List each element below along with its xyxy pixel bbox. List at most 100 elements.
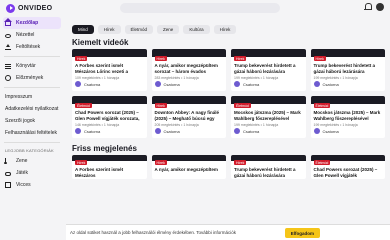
category-badge: Életmód (75, 103, 92, 108)
video-card[interactable]: Életmód Mocskos játszma (2025) – Mark Wa… (310, 96, 386, 138)
chip-lifestyle[interactable]: Életmód (124, 25, 154, 34)
channel-name: Csatorna (84, 81, 101, 87)
video-thumbnail[interactable]: Hírek (231, 155, 306, 165)
chip-news[interactable]: Hírek (97, 25, 121, 34)
category-badge: Életmód (313, 103, 331, 108)
channel[interactable]: Csatorna (231, 128, 306, 138)
video-thumbnail[interactable]: Hírek (310, 49, 385, 61)
category-badge: Hírek (234, 160, 247, 165)
channel[interactable]: Csatorna (72, 128, 147, 138)
channel-name: Csatorna (322, 128, 339, 134)
video-thumbnail[interactable]: Hírek (151, 49, 226, 61)
channel-avatar (75, 128, 81, 134)
bell-icon[interactable] (364, 3, 372, 11)
sidebar-link-terms[interactable]: Felhasználási feltételek (0, 127, 64, 139)
cookie-text: Az oldal sütiket használ a jobb felhaszn… (70, 230, 237, 235)
category-badge: Hírek (154, 56, 167, 61)
sidebar-link-imprint[interactable]: Impresszum (0, 91, 64, 103)
music-icon (4, 158, 11, 164)
category-badge: Hírek (234, 56, 247, 61)
channel-avatar (75, 81, 81, 87)
video-card[interactable]: Hírek A Forbes szerint ismét Mészáros Lő… (72, 49, 147, 91)
video-thumbnail[interactable]: Életmód (231, 96, 306, 108)
channel[interactable]: Csatorna (311, 128, 386, 138)
divider (4, 56, 60, 57)
logo[interactable]: ONVIDEO (6, 3, 53, 13)
category-heading: LEGJOBB KATEGÓRIÁK (5, 148, 54, 153)
channel-name: Csatorna (84, 128, 101, 134)
channel-name: Csatorna (243, 128, 260, 134)
category-badge: Hírek (75, 160, 88, 165)
section-title-featured: Kiemelt videók (72, 38, 129, 47)
sidebar-item-library[interactable]: Könyvtár (0, 60, 64, 72)
recent-row: Hírek A Forbes szerint ismét Mészáros Hí… (72, 155, 388, 179)
category-badge: Életmód (234, 103, 251, 108)
search-input[interactable] (120, 3, 280, 13)
featured-row-1: Hírek A Forbes szerint ismét Mészáros Lő… (72, 49, 388, 91)
video-thumbnail[interactable]: Hírek (72, 155, 147, 165)
video-card[interactable]: Életmód Mocskos játszma (2025) – Mark Wa… (231, 96, 306, 138)
sidebar-item-home[interactable]: Kezdőlap (3, 17, 61, 29)
divider (4, 142, 60, 143)
video-thumbnail[interactable]: Életmód (310, 96, 385, 108)
category-chips: Mind Hírek Életmód Zene Kultúra Hírek (72, 25, 388, 34)
top-bar: ONVIDEO (0, 0, 390, 16)
sidebar-item-uploads[interactable]: Feltöltések (0, 41, 64, 53)
video-card[interactable]: Hírek A Forbes szerint ismét Mészáros (72, 155, 147, 179)
chip-all[interactable]: Mind (72, 25, 94, 34)
channel[interactable]: Csatorna (72, 81, 147, 91)
channel[interactable]: Csatorna (152, 81, 227, 91)
sidebar-item-label: Előzmények (16, 75, 44, 81)
sidebar-item-history[interactable]: Előzmények (0, 72, 64, 84)
video-thumbnail[interactable]: Hírek (231, 49, 306, 61)
channel-name: Csatorna (243, 81, 260, 87)
sidebar-link-privacy[interactable]: Adatkezelési nyilatkozat (0, 103, 64, 115)
category-badge: Hírek (154, 160, 167, 165)
chip-news-2[interactable]: Hírek (213, 25, 237, 34)
sidebar-item-music[interactable]: Zene (0, 155, 64, 167)
channel-avatar (234, 81, 240, 87)
section-title-recent: Friss megjelenés (72, 144, 137, 153)
video-card[interactable]: Hírek A nyár, amikor megszépültem (151, 155, 226, 179)
category-badge: Életmód (313, 160, 331, 165)
channel-avatar (234, 128, 240, 134)
sidebar-item-label: Zene (16, 158, 28, 164)
video-thumbnail[interactable]: Életmód (310, 155, 385, 165)
app-name: ONVIDEO (18, 4, 53, 12)
sidebar-item-watched[interactable]: Nézettel (0, 29, 64, 41)
channel-avatar (313, 128, 320, 134)
channel-name: Csatorna (163, 128, 180, 134)
chip-music[interactable]: Zene (157, 25, 180, 34)
video-card[interactable]: Hírek A nyár, amikor megszépültem soroza… (151, 49, 227, 91)
channel-avatar (154, 128, 161, 134)
avatar[interactable] (376, 3, 384, 11)
video-card[interactable]: Hírek Trump bekeverést hirdetett a gázai… (310, 49, 386, 91)
video-card[interactable]: Hírek Trump bekeverést hirdetett a gázai… (231, 155, 306, 179)
video-thumbnail[interactable]: Életmód (72, 96, 147, 108)
category-badge: Hírek (154, 103, 167, 108)
video-thumbnail[interactable]: Hírek (151, 96, 226, 108)
sidebar-item-label: Játék (16, 170, 28, 176)
category-badge: Hírek (313, 56, 326, 61)
chip-culture[interactable]: Kultúra (183, 25, 210, 34)
video-card[interactable]: Hírek Trump bekeverést hirdetett a gázai… (231, 49, 306, 91)
clock-icon (5, 75, 11, 81)
video-thumbnail[interactable]: Hírek (151, 155, 226, 165)
channel[interactable]: Csatorna (152, 128, 227, 138)
channel-avatar (313, 81, 320, 87)
channel-name: Csatorna (163, 81, 180, 87)
video-thumbnail[interactable]: Hírek (72, 49, 147, 61)
sidebar-link-copyright[interactable]: Szerzői jogok (0, 115, 64, 127)
channel-name: Csatorna (322, 81, 339, 87)
category-badge: Hírek (75, 56, 88, 61)
sidebar-item-game[interactable]: Játék (0, 167, 64, 179)
video-card[interactable]: Hírek Downton Abbey: A nagy finálé (2025… (151, 96, 227, 138)
channel[interactable]: Csatorna (311, 81, 386, 91)
video-card[interactable]: Életmód Chad Powers sorozat (2025) – Gle… (310, 155, 385, 179)
accept-cookies-button[interactable]: Elfogadom (284, 228, 320, 238)
sidebar-item-label: Könyvtár (16, 63, 36, 69)
sidebar-item-funny[interactable]: Vicces (0, 179, 64, 191)
video-card[interactable]: Életmód Chad Powers sorozat (2025) – Gle… (72, 96, 147, 138)
channel[interactable]: Csatorna (231, 81, 306, 91)
main-content: Mind Hírek Életmód Zene Kultúra Hírek Ki… (72, 17, 388, 227)
